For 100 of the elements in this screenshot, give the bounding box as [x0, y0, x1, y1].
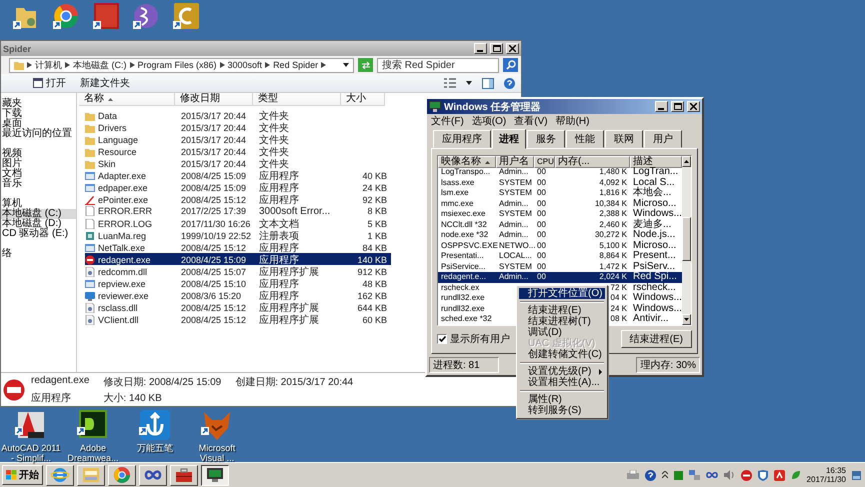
process-name[interactable]: Presentati... — [438, 251, 487, 262]
menu-item[interactable]: 文件(F) — [431, 114, 464, 128]
menu-item[interactable]: 选项(O) — [472, 114, 506, 128]
caret-icon[interactable] — [662, 471, 668, 479]
nav-item[interactable]: 桌面 — [1, 119, 76, 129]
file-row[interactable]: ERROR.LOG 2017/11/30 16:26 文本文档 5 KB — [85, 217, 391, 229]
process-name[interactable]: lsm.exe — [438, 188, 472, 198]
refresh-button[interactable] — [358, 58, 373, 72]
minimize-button[interactable] — [655, 101, 668, 112]
file-row[interactable]: LuanMa.reg 1999/10/19 22:52 注册表项 1 KB — [85, 229, 391, 241]
breadcrumb-item[interactable]: Red Spider — [273, 60, 318, 70]
tab[interactable]: 进程 — [492, 129, 526, 149]
breadcrumb-item[interactable]: 3000soft — [228, 60, 262, 70]
file-row[interactable]: repview.exe 2008/4/25 15:10 应用程序 48 KB — [85, 277, 391, 289]
column-header[interactable]: CPU — [534, 156, 555, 168]
nav-item[interactable]: 视频 — [1, 149, 76, 159]
infinity-icon[interactable] — [706, 471, 718, 479]
file-row[interactable]: Language 2015/3/17 20:44 文件夹 — [85, 133, 391, 145]
shield-icon[interactable] — [758, 470, 768, 480]
minimize-button[interactable] — [474, 43, 487, 54]
file-row[interactable]: redcomm.dll 2008/4/25 15:07 应用程序扩展 912 KB — [85, 265, 391, 277]
menu-item[interactable]: 调试(D) — [519, 327, 605, 338]
menu-item[interactable]: 转到服务(S) — [519, 405, 605, 416]
address-bar[interactable]: 计算机 本地磁盘 (C:) Program Files (x86) 3000soft Red Spider — [9, 58, 354, 72]
square-logo-icon[interactable] — [92, 2, 120, 30]
anchor-logo-icon[interactable] — [138, 408, 172, 442]
tab[interactable]: 应用程序 — [433, 130, 491, 148]
maximize-button[interactable] — [490, 43, 503, 54]
breadcrumb-item[interactable]: Program Files (x86) — [138, 60, 217, 70]
nav-item[interactable]: 音乐 — [1, 179, 76, 189]
help-icon[interactable] — [644, 470, 656, 480]
column-header[interactable]: 类型 — [253, 93, 341, 106]
preview-pane-icon[interactable] — [482, 78, 494, 88]
column-header[interactable]: 名称 — [79, 93, 175, 106]
ring-logo-icon[interactable] — [52, 2, 80, 30]
file-row[interactable]: Drivers 2015/3/17 20:44 文件夹 — [85, 121, 391, 133]
tab[interactable]: 用户 — [644, 130, 682, 148]
file-row[interactable]: reviewer.exe 2008/3/6 15:20 应用程序 162 KB — [85, 289, 391, 301]
search-button[interactable] — [503, 58, 518, 72]
file-row[interactable]: rsclass.dll 2008/4/25 15:12 应用程序扩展 644 KB — [85, 301, 391, 313]
start-button[interactable]: 开始 — [2, 465, 43, 485]
nav-item[interactable]: 藏夹 — [1, 99, 76, 109]
close-button[interactable] — [506, 43, 519, 54]
file-row[interactable]: edpaper.exe 2008/4/25 15:09 应用程序 24 KB — [85, 181, 391, 193]
column-header[interactable]: 映像名称 — [438, 156, 496, 168]
column-header[interactable]: 修改日期 — [175, 93, 253, 106]
search-field[interactable]: 搜索 Red Spider — [377, 58, 499, 72]
menu-item[interactable]: 查看(V) — [514, 114, 548, 128]
process-name[interactable]: NCClt.dll *32 — [438, 220, 490, 230]
show-desktop-icon[interactable] — [852, 470, 861, 480]
menu-item[interactable]: 创建转储文件(C) — [519, 349, 605, 360]
nav-item[interactable]: 图片 — [1, 159, 76, 169]
file-row[interactable]: Skin 2015/3/17 20:44 文件夹 — [85, 157, 391, 169]
process-name[interactable]: lsass.exe — [438, 178, 478, 188]
breadcrumb-item[interactable]: 计算机 — [35, 58, 62, 72]
end-process-button[interactable]: 结束进程(E) — [620, 330, 692, 348]
column-header[interactable]: 描述 — [630, 156, 682, 168]
nav-item[interactable]: 算机 — [1, 199, 76, 209]
process-name[interactable]: mmc.exe — [438, 198, 476, 209]
help-icon[interactable] — [504, 78, 515, 88]
view-icon[interactable] — [444, 78, 456, 88]
tab[interactable]: 性能 — [566, 130, 604, 148]
column-header[interactable]: 大小 — [341, 93, 385, 106]
scroll-thumb[interactable] — [682, 217, 691, 261]
menu-item[interactable]: 帮助(H) — [556, 114, 590, 128]
file-row[interactable]: ePointer.exe 2008/4/25 15:12 应用程序 92 KB — [85, 193, 391, 205]
app-icon[interactable] — [774, 470, 785, 480]
process-name[interactable]: rundll32.exe — [438, 304, 488, 314]
speaker-icon[interactable] — [724, 470, 735, 480]
dropdown-icon[interactable] — [466, 81, 472, 85]
process-name[interactable]: rscheck.ex — [438, 282, 482, 293]
tile-logo-icon[interactable] — [172, 2, 200, 30]
file-row[interactable]: VClient.dll 2008/4/25 15:12 应用程序扩展 60 KB — [85, 313, 391, 325]
printer-icon[interactable] — [626, 470, 639, 480]
taskbar-button[interactable] — [201, 464, 229, 486]
process-name[interactable]: rundll32.exe — [438, 293, 488, 304]
file-row[interactable]: redagent.exe 2008/4/25 15:09 应用程序 140 KB — [85, 253, 391, 265]
network-icon[interactable] — [688, 470, 700, 480]
column-header[interactable]: 用户名 — [496, 156, 534, 168]
nav-item[interactable]: 本地磁盘 (D:) — [1, 219, 76, 229]
file-row[interactable]: Adapter.exe 2008/4/25 15:09 应用程序 40 KB — [85, 169, 391, 181]
menu-item[interactable]: 结束进程(E) — [519, 305, 605, 316]
process-name[interactable]: sched.exe *32 — [438, 314, 495, 324]
file-row[interactable]: NetTalk.exe 2008/4/25 15:12 应用程序 84 KB — [85, 241, 391, 253]
nav-item[interactable]: CD 驱动器 (E:) — [1, 229, 76, 239]
stop-icon[interactable] — [740, 470, 752, 480]
breadcrumb-item[interactable]: 本地磁盘 (C:) — [73, 58, 126, 72]
close-button[interactable] — [687, 101, 700, 112]
column-header[interactable]: 内存(... — [555, 156, 630, 168]
menu-item[interactable]: 结束进程树(T) — [519, 316, 605, 327]
process-name[interactable]: LogTranspo... — [438, 167, 494, 178]
menu-item[interactable]: 设置相关性(A)... — [519, 377, 605, 388]
nav-item[interactable]: 下载 — [1, 109, 76, 119]
nav-item[interactable]: 络 — [1, 249, 76, 259]
new-folder-button[interactable]: 新建文件夹 — [78, 76, 132, 90]
process-name[interactable]: node.exe *32 — [438, 230, 492, 240]
scrollbar[interactable] — [682, 156, 691, 324]
open-button[interactable]: 打开 — [31, 76, 68, 90]
checkbox[interactable] — [437, 334, 447, 344]
file-row[interactable]: ERROR.ERR 2017/2/25 17:39 3000soft Error... 8 KB — [85, 205, 391, 217]
